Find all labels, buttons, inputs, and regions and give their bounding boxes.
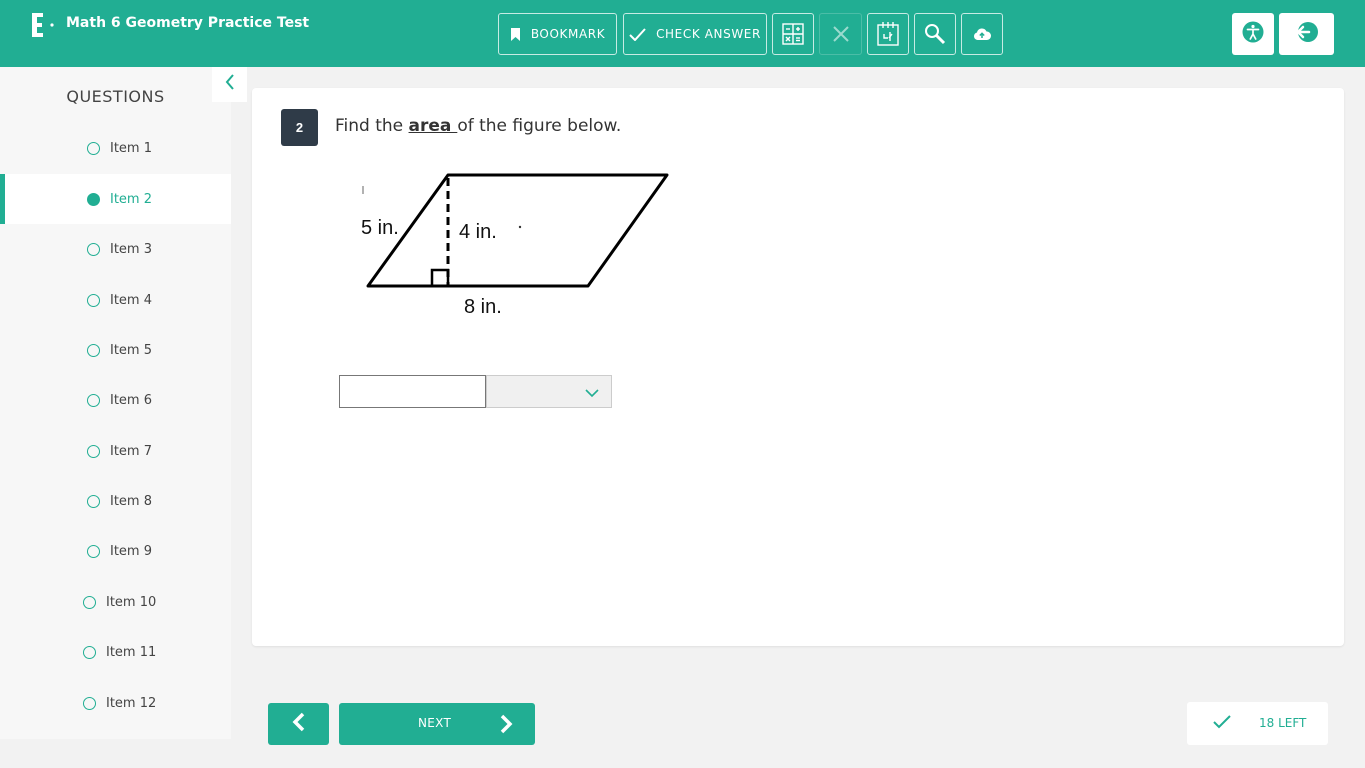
remaining-count: 18 LEFT bbox=[1259, 716, 1307, 730]
magnifier-button[interactable] bbox=[914, 13, 956, 55]
height-label: 4 in. bbox=[459, 221, 497, 243]
sidebar-item-1[interactable]: Item 1 bbox=[0, 123, 231, 173]
sidebar-item-3[interactable]: Item 3 bbox=[0, 224, 231, 274]
bookmark-icon bbox=[510, 27, 521, 41]
sidebar-item-8[interactable]: Item 8 bbox=[0, 476, 231, 526]
bookmark-label: BOOKMARK bbox=[530, 27, 606, 41]
check-answer-button[interactable]: CHECK ANSWER bbox=[623, 13, 767, 55]
question-number-badge: 2 bbox=[281, 109, 318, 146]
chevron-right-icon bbox=[499, 714, 513, 737]
parallelogram-figure: 5 in. 4 in. 8 in. bbox=[352, 168, 682, 338]
sidebar-item-label: Item 4 bbox=[110, 292, 152, 308]
sidebar-item-2[interactable]: Item 2 bbox=[0, 174, 231, 224]
sidebar-item-label: Item 10 bbox=[106, 594, 157, 610]
scratchpad-icon bbox=[877, 22, 899, 46]
exit-button[interactable] bbox=[1279, 13, 1334, 55]
base-label: 8 in. bbox=[464, 296, 502, 318]
previous-button[interactable] bbox=[268, 703, 329, 745]
sidebar-item-label: Item 9 bbox=[110, 543, 152, 559]
eliminator-button[interactable] bbox=[819, 13, 862, 55]
sidebar-item-label: Item 3 bbox=[110, 241, 152, 257]
collapse-sidebar-button[interactable] bbox=[212, 67, 247, 102]
sidebar-item-label: Item 7 bbox=[110, 443, 152, 459]
question-card: 2 Find the area of the figure below. 5 i… bbox=[252, 88, 1344, 646]
sidebar-item-11[interactable]: Item 11 bbox=[0, 627, 231, 677]
close-icon bbox=[832, 25, 850, 43]
sidebar-item-label: Item 2 bbox=[110, 191, 152, 207]
status-circle-icon bbox=[87, 242, 100, 256]
sidebar-item-6[interactable]: Item 6 bbox=[0, 375, 231, 425]
sidebar-item-label: Item 1 bbox=[110, 140, 152, 156]
status-circle-icon bbox=[87, 192, 100, 206]
next-button[interactable]: NEXT bbox=[339, 703, 535, 745]
sidebar-title: QUESTIONS bbox=[66, 87, 165, 106]
check-icon bbox=[1213, 715, 1231, 732]
sidebar-item-12[interactable]: Item 12 bbox=[0, 678, 231, 728]
calculator-button[interactable] bbox=[772, 13, 814, 55]
sidebar-item-10[interactable]: Item 10 bbox=[0, 577, 231, 627]
sidebar-item-label: Item 11 bbox=[106, 644, 157, 660]
status-circle-icon bbox=[87, 494, 100, 508]
bookmark-button[interactable]: BOOKMARK bbox=[498, 13, 617, 55]
status-circle-icon bbox=[87, 544, 100, 558]
status-circle-icon bbox=[87, 393, 100, 407]
status-circle-icon bbox=[87, 343, 100, 357]
sidebar-item-label: Item 5 bbox=[110, 342, 152, 358]
chevron-down-icon bbox=[585, 385, 599, 403]
chevron-left-icon bbox=[292, 712, 306, 737]
scratchpad-button[interactable] bbox=[867, 13, 909, 55]
accessibility-button[interactable] bbox=[1232, 13, 1274, 55]
answer-input[interactable] bbox=[339, 375, 486, 408]
chevron-left-icon bbox=[225, 74, 235, 95]
prompt-text-end: of the figure below. bbox=[457, 116, 622, 136]
search-icon bbox=[924, 23, 946, 45]
prompt-text: Find the bbox=[335, 116, 409, 136]
check-icon bbox=[629, 27, 646, 41]
unit-dropdown[interactable] bbox=[486, 375, 612, 408]
status-circle-icon bbox=[83, 645, 96, 659]
questions-left-indicator[interactable]: 18 LEFT bbox=[1187, 702, 1328, 745]
right-angle-marker bbox=[430, 268, 450, 288]
calculator-icon bbox=[782, 23, 804, 45]
test-title: Math 6 Geometry Practice Test bbox=[66, 15, 310, 31]
questions-sidebar: QUESTIONS Item 1 Item 2 Item 3 Item 4 It… bbox=[0, 67, 231, 739]
sidebar-item-7[interactable]: Item 7 bbox=[0, 426, 231, 476]
top-bar: Math 6 Geometry Practice Test BOOKMARK C… bbox=[0, 0, 1365, 67]
sidebar-item-label: Item 8 bbox=[110, 493, 152, 509]
check-answer-label: CHECK ANSWER bbox=[656, 27, 761, 41]
status-circle-icon bbox=[87, 444, 100, 458]
next-label: NEXT bbox=[418, 716, 452, 730]
status-circle-icon bbox=[83, 595, 96, 609]
status-circle-icon bbox=[87, 293, 100, 307]
cloud-upload-icon bbox=[973, 27, 991, 41]
parallelogram-shape bbox=[366, 173, 669, 288]
sidebar-item-label: Item 6 bbox=[110, 392, 152, 408]
question-prompt: Find the area of the figure below. bbox=[335, 116, 621, 136]
sidebar-item-9[interactable]: Item 9 bbox=[0, 526, 231, 576]
status-circle-icon bbox=[87, 141, 100, 155]
status-circle-icon bbox=[83, 696, 96, 710]
sidebar-item-label: Item 12 bbox=[106, 695, 157, 711]
side-label: 5 in. bbox=[361, 217, 399, 239]
save-cloud-button[interactable] bbox=[961, 13, 1003, 55]
accessibility-icon bbox=[1242, 21, 1264, 48]
sidebar-item-4[interactable]: Item 4 bbox=[0, 275, 231, 325]
prompt-emphasis: area bbox=[408, 116, 458, 136]
arrow-left-circle-icon bbox=[1295, 21, 1319, 48]
edulastic-logo-icon bbox=[30, 12, 56, 38]
sidebar-item-5[interactable]: Item 5 bbox=[0, 325, 231, 375]
